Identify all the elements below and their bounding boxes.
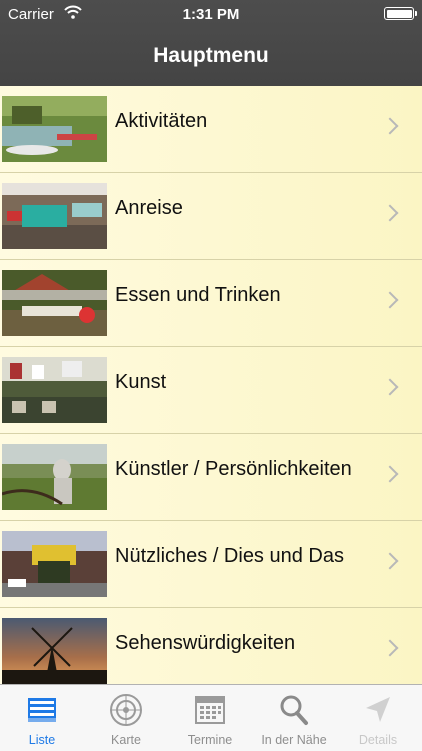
list-item-sehenswuerdigkeiten[interactable]: Sehenswürdigkeiten [0,608,422,684]
tab-bar: Liste Karte Termine In der Nähe Details [0,684,422,751]
list-item-label: Essen und Trinken [115,284,281,306]
list-item-essen-und-trinken[interactable]: Essen und Trinken [0,260,422,347]
navigation-bar: Carrier 1:31 PM Hauptmenu [0,0,422,86]
list-item-label: Nützliches / Dies und Das [115,545,344,567]
kuenstler-thumbnail [2,444,107,510]
tab-liste[interactable]: Liste [0,685,84,751]
chevron-right-icon [381,639,399,657]
list-item-label: Anreise [115,197,183,219]
tab-label: Termine [187,733,233,747]
list-item-aktivitaeten[interactable]: Aktivitäten [0,86,422,173]
page-title: Hauptmenu [153,44,269,67]
aktivitaeten-thumbnail [2,96,107,162]
search-icon [280,695,308,725]
radar-icon [110,694,142,726]
chevron-right-icon [381,117,399,135]
sehenswuerdigkeiten-thumbnail [2,618,107,684]
battery-icon [384,7,417,20]
tab-in-der-naehe[interactable]: In der Nähe [252,685,336,751]
status-time: 1:31 PM [182,6,240,23]
list-item-anreise[interactable]: Anreise [0,173,422,260]
status-bar: Carrier 1:31 PM [0,0,422,30]
chevron-right-icon [381,378,399,396]
tab-label: Liste [28,733,56,747]
tab-label: In der Nähe [261,733,327,747]
list-item-nuetzliches[interactable]: Nützliches / Dies und Das [0,521,422,608]
tab-label: Details [358,733,398,747]
nuetzliches-thumbnail [2,531,107,597]
calendar-icon [195,696,225,724]
list-item-label: Kunst [115,371,167,393]
kunst-thumbnail [2,357,107,423]
list-item-label: Künstler / Persönlichkeiten [115,458,352,480]
tab-karte[interactable]: Karte [84,685,168,751]
tab-details[interactable]: Details [336,685,420,751]
list-icon [28,698,56,722]
chevron-right-icon [381,552,399,570]
chevron-right-icon [381,204,399,222]
list-item-kuenstler[interactable]: Künstler / Persönlichkeiten [0,434,422,521]
chevron-right-icon [381,465,399,483]
tab-termine[interactable]: Termine [168,685,252,751]
list-item-label: Aktivitäten [115,110,208,132]
list-item-kunst[interactable]: Kunst [0,347,422,434]
location-arrow-icon [366,697,390,722]
tab-label: Karte [111,733,141,747]
list-item-label: Sehenswürdigkeiten [115,632,296,654]
essen-und-trinken-thumbnail [2,270,107,336]
menu-list: Aktivitäten Anreise Essen und Trinken Ku… [0,86,422,684]
chevron-right-icon [381,291,399,309]
anreise-thumbnail [2,183,107,249]
